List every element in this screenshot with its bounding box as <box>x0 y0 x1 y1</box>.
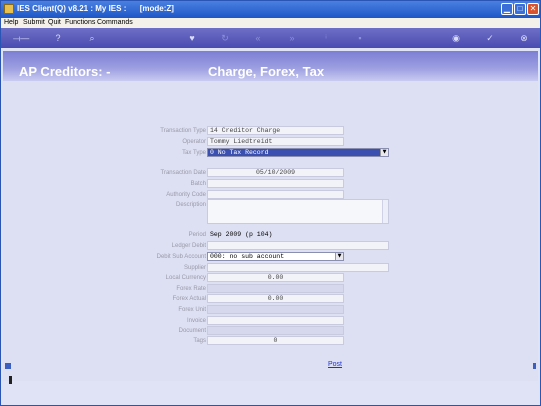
transaction-date-field[interactable]: 05/10/2009 <box>207 168 344 177</box>
title-bar: IES Client(Q) v8.21 : My IES : [mode:Z] … <box>1 1 540 18</box>
invoice-field[interactable] <box>207 316 344 325</box>
page-title: AP Creditors: - <box>19 64 111 79</box>
label-ledger-debit: Ledger Debit <box>171 243 206 249</box>
label-document: Document <box>178 328 206 334</box>
label-tax-type: Tax Type <box>182 150 206 156</box>
ledger-debit-field[interactable] <box>207 241 389 250</box>
forex-unit-field[interactable] <box>207 305 344 314</box>
app-icon <box>4 4 14 14</box>
menu-bar: Help Submit Quit Functions Commands <box>1 18 540 28</box>
menu-quit[interactable]: Quit <box>48 19 61 26</box>
label-period: Period <box>188 232 206 238</box>
tax-type-value: 0 No Tax Record <box>210 149 269 156</box>
authority-code-field[interactable] <box>207 190 344 199</box>
post-link[interactable]: Post <box>328 361 342 368</box>
label-invoice: Invoice <box>186 318 206 324</box>
page-subtitle: Charge, Forex, Tax <box>208 64 325 79</box>
local-currency-field[interactable]: 0.00 <box>207 273 344 282</box>
close-icon[interactable]: ⊗ <box>517 31 531 45</box>
document-field[interactable] <box>207 326 344 335</box>
menu-submit[interactable]: Submit <box>23 19 45 26</box>
page-header: AP Creditors: - Charge, Forex, Tax <box>3 51 538 81</box>
label-supplier: Supplier <box>183 265 206 271</box>
description-scrollbar[interactable] <box>382 200 388 223</box>
heart-icon[interactable]: ♥ <box>185 31 199 45</box>
forex-actual-field[interactable]: 0.00 <box>207 294 344 303</box>
label-forex-rate: Forex Rate <box>176 286 206 292</box>
label-description: Description <box>175 202 206 208</box>
label-forex-actual: Forex Actual <box>172 296 206 302</box>
minimize-icon[interactable]: ▁ <box>501 3 513 15</box>
rewind-icon[interactable]: « <box>251 31 265 45</box>
left-side-handle[interactable] <box>9 376 12 384</box>
info-icon[interactable]: ⁱ <box>319 31 333 45</box>
left-side-marker[interactable] <box>5 363 11 369</box>
close-window-icon[interactable]: ✕ <box>527 3 539 15</box>
chevron-down-icon[interactable]: ▼ <box>380 149 388 156</box>
label-batch: Batch <box>190 181 206 187</box>
search-icon[interactable]: ⌕ <box>85 31 99 45</box>
transaction-type-field[interactable]: 14 Creditor Charge <box>207 126 344 135</box>
label-debit-sub-account: Debit Sub Account <box>156 254 206 260</box>
label-transaction-date: Transaction Date <box>160 170 206 176</box>
help-icon[interactable]: ? <box>51 31 65 45</box>
menu-commands[interactable]: Commands <box>97 19 133 26</box>
forex-rate-field[interactable] <box>207 284 344 293</box>
period-field: Sep 2009 (p 104) <box>207 230 344 239</box>
maximize-icon[interactable]: □ <box>514 3 526 15</box>
app-window: IES Client(Q) v8.21 : My IES : [mode:Z] … <box>0 0 541 406</box>
menu-help[interactable]: Help <box>4 19 18 26</box>
right-side-marker[interactable] <box>533 363 536 369</box>
supplier-field[interactable] <box>207 263 389 272</box>
menu-functions[interactable]: Functions <box>65 19 95 26</box>
refresh-icon[interactable]: ↻ <box>218 31 232 45</box>
fast-forward-icon[interactable]: » <box>285 31 299 45</box>
save-icon[interactable]: ▪ <box>353 31 367 45</box>
globe-icon[interactable]: ◉ <box>449 31 463 45</box>
checkmark-icon[interactable]: ✓ <box>483 31 497 45</box>
label-transaction-type: Transaction Type <box>160 128 206 134</box>
label-forex-unit: Forex Unit <box>178 307 206 313</box>
debit-sub-account-value: 000: no sub account <box>210 253 285 260</box>
debit-sub-account-select[interactable]: 000: no sub account ▼ <box>207 252 344 261</box>
toolbar: ⟞— ? ⌕ ♥ ↻ « » ⁱ ▪ ◉ ✓ ⊗ <box>1 28 540 48</box>
label-tags: Tags <box>193 338 206 344</box>
tax-type-select[interactable]: 0 No Tax Record ▼ <box>207 148 389 157</box>
exit-arrow-icon[interactable]: ⟞— <box>11 31 31 45</box>
label-operator: Operator <box>182 139 206 145</box>
chevron-down-icon[interactable]: ▼ <box>335 253 343 260</box>
label-authority-code: Authority Code <box>166 192 206 198</box>
operator-field[interactable]: Tommy Liedtreidt <box>207 137 344 146</box>
description-textarea[interactable] <box>207 199 389 224</box>
tags-field[interactable]: 0 <box>207 336 344 345</box>
batch-field[interactable] <box>207 179 344 188</box>
label-local-currency: Local Currency <box>165 275 206 281</box>
window-title: IES Client(Q) v8.21 : My IES : [mode:Z] <box>17 4 174 13</box>
